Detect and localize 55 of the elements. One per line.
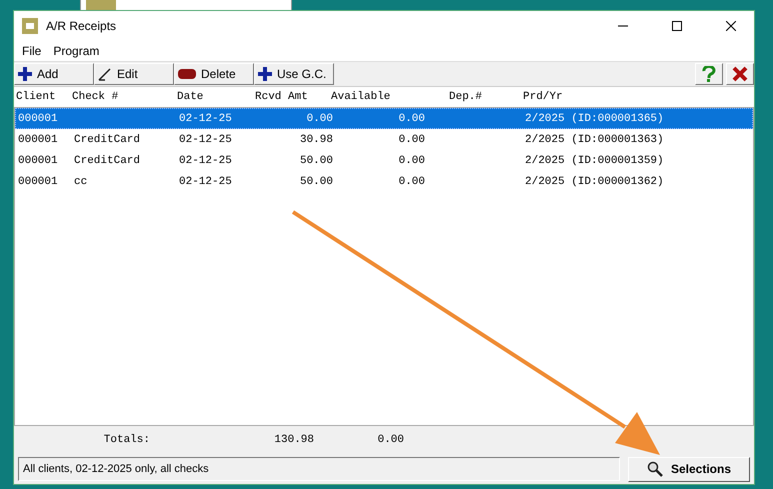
table-cell-text: 0.00	[398, 112, 425, 124]
table-cell-text: 000001	[17, 154, 59, 166]
column-header: Prd/Yr	[522, 91, 564, 103]
table-cell-text: 000001	[17, 134, 59, 146]
table-cell-text: 0.00	[398, 154, 425, 166]
table-cell-text: 30.98	[298, 134, 333, 146]
toolbar-button[interactable]: Use G.C.	[254, 63, 334, 85]
app-icon	[22, 18, 38, 34]
maximize-icon	[672, 21, 682, 31]
totals-label: Totals:	[102, 434, 150, 446]
table-cell-text: 02-12-25	[178, 134, 233, 146]
column-header: Dep.#	[448, 91, 484, 103]
table-cell-text: 0.00	[398, 176, 425, 188]
table-cell-text: 02-12-25	[178, 176, 233, 188]
table-cell-text: CreditCard	[74, 134, 142, 146]
table-cell-text: CreditCard	[74, 154, 142, 166]
window-title: A/R Receipts	[46, 19, 118, 33]
exit-button[interactable]	[726, 63, 754, 85]
table-cell-text: 2/2025 (ID:000001359)	[524, 154, 665, 166]
totals-value: 0.00	[376, 434, 404, 446]
table-cell-text: cc	[74, 176, 88, 188]
table-cell-text: 0.00	[306, 112, 333, 124]
toolbar-button[interactable]: Edit	[94, 63, 174, 85]
list-row[interactable]: 000001 02-12-25 0.00 0.00 2/2025 (ID:000001365)	[15, 108, 753, 129]
table-cell-text: 2/2025 (ID:000001362)	[524, 176, 665, 188]
status-text: All clients, 02-12-2025 only, all checks	[18, 457, 620, 481]
column-header: Client	[15, 91, 57, 103]
column-header: Date	[176, 91, 204, 103]
close-icon	[726, 21, 736, 31]
plus-icon	[258, 67, 272, 81]
totals-value: 130.98	[273, 434, 314, 446]
eraser-icon	[178, 69, 196, 79]
question-mark-icon	[702, 66, 716, 82]
search-icon	[646, 461, 663, 477]
plus-icon	[18, 67, 32, 81]
menu-item[interactable]: Program	[47, 44, 106, 58]
table-cell-text: 02-12-25	[178, 112, 233, 124]
menu-item[interactable]: File	[16, 44, 48, 58]
help-button[interactable]	[695, 63, 723, 85]
table-cell-text: 2/2025 (ID:000001363)	[524, 134, 665, 146]
column-header: Available	[331, 91, 392, 103]
toolbar-button[interactable]: Delete	[174, 63, 254, 85]
column-header: Rcvd Amt	[255, 91, 309, 103]
cross-icon	[732, 66, 748, 82]
pen-icon	[98, 67, 112, 81]
table-cell-text: 02-12-25	[178, 154, 233, 166]
column-header: Check #	[72, 91, 120, 103]
selections-button[interactable]: Selections	[628, 456, 750, 482]
table-cell-text: 50.00	[298, 154, 333, 166]
table-cell-text: 000001	[17, 112, 59, 124]
table-cell-text: 50.00	[298, 176, 333, 188]
table-cell-text: 000001	[17, 176, 59, 188]
table-cell-text: 2/2025 (ID:000001365)	[524, 112, 665, 124]
table-cell-text: 0.00	[398, 134, 425, 146]
toolbar-button[interactable]: Add	[14, 63, 94, 85]
